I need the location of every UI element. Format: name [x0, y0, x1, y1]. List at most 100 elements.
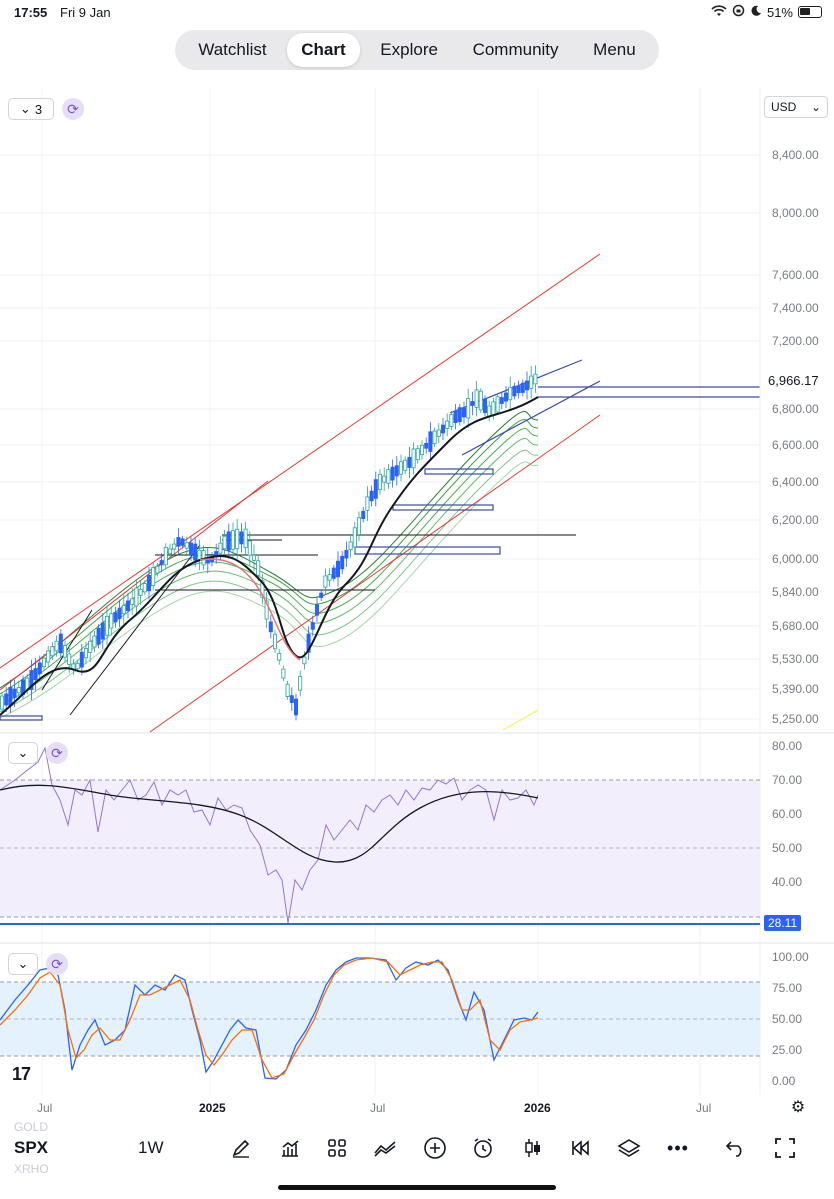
candle-body [520, 382, 525, 393]
candle-body [16, 687, 21, 694]
indicator-count: 3 [34, 101, 43, 117]
watchlist-ghost-symbol: GOLD [14, 1120, 49, 1134]
candle-body [449, 414, 454, 427]
time-label: Jul [696, 1101, 712, 1115]
candle-body [352, 527, 357, 548]
fullscreen-icon[interactable] [770, 1133, 800, 1163]
candle-body [390, 466, 395, 481]
candle-body [281, 668, 286, 679]
candle-body [415, 448, 420, 461]
candle-body [394, 465, 399, 477]
candle-body [491, 401, 496, 416]
scale-tick: 6,200.00 [772, 513, 819, 527]
alert-icon[interactable] [468, 1133, 498, 1163]
indicators-icon[interactable] [275, 1133, 305, 1163]
candle-body [340, 555, 345, 570]
sync-icon[interactable]: ⟳ [46, 953, 68, 975]
rsi-collapse-button[interactable]: ⌄ [8, 742, 38, 764]
legend-collapse-button[interactable]: ⌄ 3 [8, 98, 54, 120]
currency-select[interactable]: USD ⌄ [764, 96, 828, 118]
candle-body [457, 407, 462, 422]
candle-body [235, 528, 240, 550]
price-grid [0, 154, 760, 720]
candle-body [151, 567, 156, 587]
candle-body [197, 549, 202, 561]
undo-icon[interactable] [721, 1133, 751, 1163]
scale-tick: 7,200.00 [772, 334, 819, 348]
candle-body [4, 693, 9, 706]
candle-body [377, 473, 382, 491]
candle-body [319, 592, 324, 598]
candle-body [84, 648, 89, 659]
stoch-collapse-button[interactable]: ⌄ [8, 953, 38, 975]
add-icon[interactable] [420, 1133, 450, 1163]
candle-body [373, 479, 378, 499]
time-label: Jul [37, 1101, 53, 1115]
tradingview-logo[interactable]: 17 [12, 1064, 31, 1085]
candle-body [100, 622, 105, 640]
candle-body [495, 396, 500, 413]
chart-canvas[interactable] [0, 0, 834, 1120]
candle-body [12, 688, 17, 698]
candle-body [243, 528, 248, 549]
candle-body [188, 542, 193, 556]
candle-body [453, 410, 458, 423]
candle-body [512, 385, 517, 397]
scale-tick: 50.00 [772, 1012, 803, 1026]
more-icon[interactable]: ••• [663, 1133, 693, 1163]
scale-tick: 50.00 [772, 841, 803, 855]
candle-body [138, 588, 143, 596]
candle-body [335, 560, 340, 578]
scale-tick: 6,400.00 [772, 475, 819, 489]
candle-body [46, 650, 51, 663]
candle-body [193, 543, 198, 561]
sync-icon[interactable]: ⟳ [62, 98, 84, 120]
layouts-icon[interactable] [322, 1133, 352, 1163]
scale-tick: 5,390.00 [772, 682, 819, 696]
drawn-lines [41, 534, 576, 716]
interval-button[interactable]: 1W [138, 1138, 164, 1158]
candle-body [293, 698, 298, 716]
candle-body [155, 565, 160, 574]
candle-body [251, 554, 256, 561]
sync-icon[interactable]: ⟳ [46, 742, 68, 764]
candle-body [218, 542, 223, 554]
layers-icon[interactable] [614, 1133, 644, 1163]
candle-body [247, 540, 252, 556]
settings-gear-icon[interactable]: ⚙ [783, 1092, 813, 1122]
bottom-toolbar: GOLD SPX XRHO 1W ••• [0, 1120, 834, 1178]
candle-body [503, 392, 508, 402]
candle-body [277, 653, 282, 661]
candle-body [121, 605, 126, 615]
candle-body [529, 375, 534, 389]
replay-icon[interactable] [565, 1133, 595, 1163]
scale-tick: 7,600.00 [772, 268, 819, 282]
candle-body [117, 607, 122, 619]
candle-body [285, 683, 290, 697]
candle-body [79, 651, 84, 668]
candle-body [113, 612, 118, 623]
candle-body [436, 429, 441, 437]
candle-body [96, 627, 101, 645]
candle-body [58, 633, 63, 654]
candle-body [466, 398, 471, 419]
rsi-pane-controls: ⌄ ⟳ [8, 742, 68, 764]
bar-style-icon[interactable] [518, 1133, 548, 1163]
main-pane-controls: ⌄ 3 ⟳ [8, 98, 84, 120]
candle-body [525, 380, 530, 391]
scale-tick: 6,600.00 [772, 438, 819, 452]
symbol-button[interactable]: SPX [14, 1138, 48, 1158]
candle-body [0, 695, 4, 710]
yellow-line [502, 709, 539, 731]
candle-body [184, 542, 189, 549]
candle-body [289, 695, 294, 703]
draw-icon[interactable] [226, 1133, 256, 1163]
scale-tick: 6,000.00 [772, 552, 819, 566]
home-indicator[interactable] [278, 1185, 556, 1190]
compare-icon[interactable] [370, 1133, 400, 1163]
candle-body [432, 430, 437, 445]
candle-body [222, 535, 227, 550]
currency-value: USD [771, 100, 797, 114]
candle-body [92, 635, 97, 648]
candle-body [239, 531, 244, 545]
